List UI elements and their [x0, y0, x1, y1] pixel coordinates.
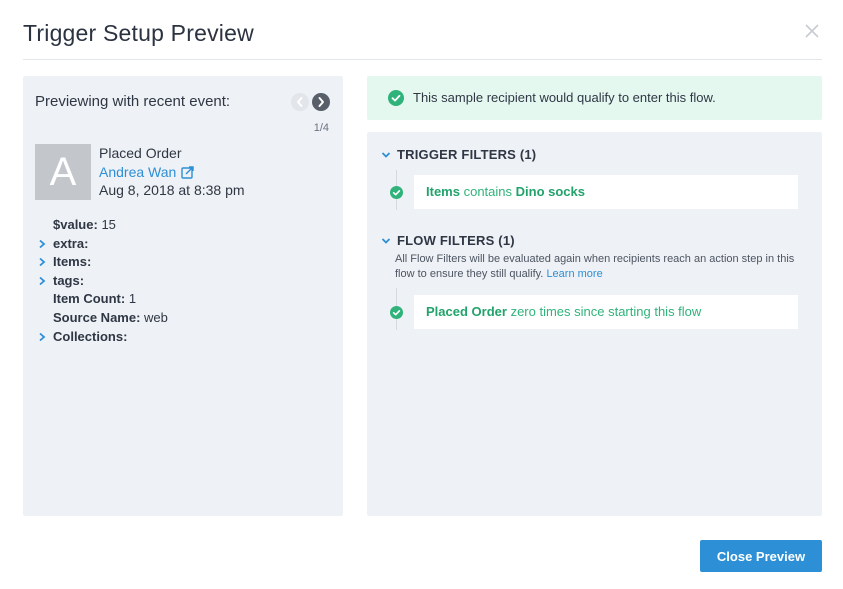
filters-panel: TRIGGER FILTERS (1) Items contains Dino …: [367, 132, 822, 516]
title-divider: [23, 59, 822, 60]
next-event-button[interactable]: [312, 93, 330, 111]
chevron-left-icon: [297, 97, 303, 107]
close-preview-button[interactable]: Close Preview: [700, 540, 822, 572]
chevron-right-icon[interactable]: [37, 276, 47, 286]
property-row: Source Name: web: [35, 309, 325, 328]
property-row[interactable]: tags:: [35, 272, 325, 291]
check-circle-icon: [388, 90, 404, 106]
flow-filters-toggle[interactable]: FLOW FILTERS (1): [381, 233, 515, 248]
filter-operator: contains: [463, 184, 513, 199]
property-key: tags:: [53, 272, 85, 288]
property-row[interactable]: extra:: [35, 235, 325, 254]
property-row: $value: 15: [35, 216, 325, 235]
filter-event: Placed Order: [426, 304, 507, 319]
learn-more-link[interactable]: Learn more: [546, 268, 602, 280]
property-value: web: [144, 309, 168, 325]
filter-value: Dino socks: [515, 184, 585, 199]
event-date: Aug 8, 2018 at 8:38 pm: [99, 182, 245, 198]
filter-field: Items: [426, 184, 460, 199]
chevron-down-icon: [381, 237, 391, 244]
chevron-right-icon[interactable]: [37, 257, 47, 267]
check-circle-icon: [390, 186, 403, 199]
event-pager: 1/4: [313, 122, 329, 134]
trigger-filter-card: Items contains Dino socks: [414, 175, 798, 209]
flow-filter-card: Placed Order zero times since starting t…: [414, 295, 798, 329]
chevron-right-icon[interactable]: [37, 239, 47, 249]
external-link-icon: [181, 165, 195, 179]
property-key: Source Name:: [53, 309, 141, 325]
close-icon[interactable]: [801, 20, 823, 42]
person-name: Andrea Wan: [99, 164, 177, 180]
property-row[interactable]: Collections:: [35, 328, 325, 347]
property-key: Items:: [53, 254, 92, 270]
trigger-filters-toggle[interactable]: TRIGGER FILTERS (1): [381, 147, 536, 162]
trigger-filters-heading: TRIGGER FILTERS (1): [397, 147, 537, 162]
flow-filters-heading: FLOW FILTERS (1): [397, 233, 515, 248]
property-value: 1: [128, 291, 137, 307]
property-key: extra:: [53, 235, 89, 251]
property-value: 15: [101, 217, 116, 232]
chevron-down-icon: [381, 151, 391, 158]
event-preview-panel: Previewing with recent event: 1/4 A Plac…: [23, 76, 343, 516]
person-profile-link[interactable]: Andrea Wan: [99, 164, 195, 180]
property-key: $value:: [53, 217, 98, 232]
previous-event-button[interactable]: [291, 93, 309, 111]
qualify-banner: This sample recipient would qualify to e…: [367, 76, 822, 120]
property-row[interactable]: Items:: [35, 253, 325, 272]
property-key: Item Count:: [53, 291, 126, 307]
filter-condition: zero times since starting this flow: [510, 304, 702, 319]
property-row: Item Count: 1: [35, 290, 325, 309]
qualify-message: This sample recipient would qualify to e…: [413, 90, 716, 105]
chevron-right-icon: [318, 97, 324, 107]
check-circle-icon: [390, 306, 403, 319]
avatar: A: [35, 144, 91, 200]
property-key: Collections:: [53, 328, 128, 344]
flow-filters-description: All Flow Filters will be evaluated again…: [395, 252, 810, 281]
event-name: Placed Order: [99, 145, 182, 161]
chevron-right-icon[interactable]: [37, 332, 47, 342]
modal-title: Trigger Setup Preview: [23, 20, 254, 46]
event-properties: $value: 15 extra: Items: tags: Item Coun…: [35, 216, 325, 346]
preview-label: Previewing with recent event:: [35, 93, 231, 110]
